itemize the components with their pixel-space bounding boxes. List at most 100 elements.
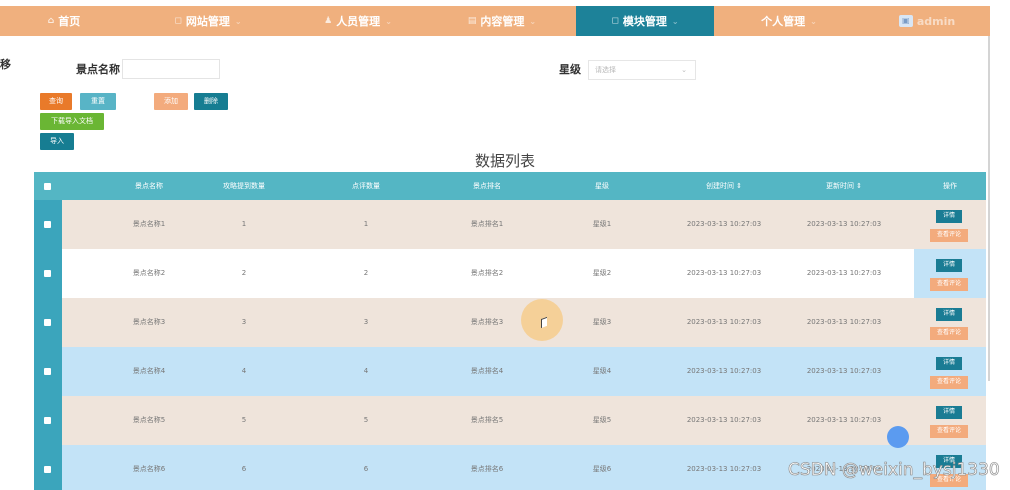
- cell-guide-count: 3: [241, 318, 247, 326]
- row-checkbox[interactable]: [44, 221, 51, 228]
- detail-button[interactable]: 详情: [936, 357, 962, 370]
- doc-icon: ▤: [467, 16, 477, 26]
- cell-rank: 景点排名2: [470, 269, 504, 277]
- cell-created: 2023-03-13 10:27:03: [686, 367, 762, 375]
- cell-review-count: 1: [363, 220, 369, 228]
- nav-item-label: 人员管理: [336, 15, 381, 28]
- row-checkbox[interactable]: [44, 466, 51, 473]
- cell-guide-count: 5: [241, 416, 247, 424]
- table-header: 景点名称 攻略提到数量 点评数量 景点排名 星级 创建时间 ⇕ 更新时间 ⇕ 操…: [34, 172, 986, 200]
- table-row: 景点名称2 2 2 景点排名2 星级2 2023-03-13 10:27:03 2023-0…: [34, 249, 986, 298]
- reset-button[interactable]: 重置: [80, 93, 116, 110]
- nav-item-module[interactable]: ◻ 模块管理 ⌄: [576, 6, 714, 36]
- chevron-down-icon: ⌄: [810, 16, 817, 26]
- nav-item-people[interactable]: ♟ 人员管理 ⌄: [288, 6, 428, 36]
- avatar-icon: ▣: [898, 15, 913, 27]
- cell-star: 星级5: [592, 416, 612, 424]
- row-select-cell: [34, 396, 62, 445]
- admin-label: admin: [916, 14, 956, 28]
- detail-button[interactable]: 详情: [936, 210, 962, 223]
- table-title: 数据列表: [474, 152, 535, 170]
- nav-item-label: 首页: [58, 15, 81, 28]
- star-select-placeholder: 请选择: [595, 66, 616, 74]
- detail-button[interactable]: 详情: [936, 406, 962, 419]
- nav-item-content[interactable]: ▤ 内容管理 ⌄: [428, 6, 576, 36]
- row-actions: 详情 查看评论: [914, 249, 986, 298]
- chevron-down-icon: ⌄: [681, 66, 687, 74]
- cell-created: 2023-03-13 10:27:03: [686, 465, 762, 473]
- row-actions: 详情 查看评论: [914, 298, 986, 347]
- view-reviews-button[interactable]: 查看评论: [930, 327, 968, 340]
- nav-item-site[interactable]: ◻ 网站管理 ⌄: [128, 6, 288, 36]
- floating-action-button[interactable]: [887, 426, 909, 448]
- row-actions: 详情 查看评论: [914, 347, 986, 396]
- cell-rank: 景点排名5: [470, 416, 504, 424]
- row-checkbox[interactable]: [44, 270, 51, 277]
- cell-updated: 2023-03-13 10:27:03: [806, 416, 882, 424]
- download-template-button[interactable]: 下载导入文档: [40, 113, 104, 130]
- home-icon: ⌂: [47, 16, 55, 26]
- view-reviews-button[interactable]: 查看评论: [930, 229, 968, 242]
- cell-review-count: 4: [363, 367, 369, 375]
- select-all-checkbox[interactable]: [44, 183, 51, 190]
- top-nav: ⌂ 首页 ◻ 网站管理 ⌄ ♟ 人员管理 ⌄ ▤ 内容管理 ⌄ ◻ 模块管理 ⌄…: [0, 6, 990, 36]
- page-scrollbar[interactable]: [988, 36, 990, 381]
- nav-user[interactable]: ▣ admin: [864, 6, 990, 36]
- add-button[interactable]: 添加: [154, 93, 188, 110]
- cell-updated: 2023-03-13 10:27:03: [806, 367, 882, 375]
- table-row: 景点名称1 1 1 景点排名1 星级1 2023-03-13 10:27:03 2023-0…: [34, 200, 986, 249]
- import-button[interactable]: 导入: [40, 133, 74, 150]
- nav-item-personal[interactable]: 个人管理 ⌄: [714, 6, 864, 36]
- row-select-cell: [34, 445, 62, 490]
- nav-item-home[interactable]: ⌂ 首页: [0, 6, 128, 36]
- view-reviews-button[interactable]: 查看评论: [930, 425, 968, 438]
- cell-star: 星级1: [592, 220, 612, 228]
- nav-item-label: 个人管理: [761, 15, 806, 28]
- chevron-down-icon: ⌄: [529, 16, 537, 26]
- column-header-created[interactable]: 创建时间 ⇕: [664, 172, 784, 200]
- edge-label: 移: [0, 58, 11, 71]
- cell-updated: 2023-03-13 10:27:03: [806, 318, 882, 326]
- cell-updated: 2023-03-13 10:27:03: [806, 220, 882, 228]
- star-label: 星级: [559, 63, 581, 76]
- row-select-cell: [34, 249, 62, 298]
- query-button[interactable]: 查询: [40, 93, 72, 110]
- detail-button[interactable]: 详情: [936, 308, 962, 321]
- delete-button[interactable]: 删除: [194, 93, 228, 110]
- view-reviews-button[interactable]: 查看评论: [930, 278, 968, 291]
- cell-review-count: 3: [363, 318, 369, 326]
- module-icon: ◻: [611, 16, 619, 26]
- nav-item-label: 模块管理: [622, 15, 667, 28]
- cell-guide-count: 6: [241, 465, 247, 473]
- nav-item-label: 网站管理: [185, 15, 230, 28]
- view-reviews-button[interactable]: 查看评论: [930, 376, 968, 389]
- row-select-cell: [34, 298, 62, 347]
- cell-review-count: 2: [363, 269, 369, 277]
- app-window: ⌂ 首页 ◻ 网站管理 ⌄ ♟ 人员管理 ⌄ ▤ 内容管理 ⌄ ◻ 模块管理 ⌄…: [0, 0, 1010, 490]
- row-select-cell: [34, 200, 62, 249]
- column-header-rank: 景点排名: [473, 182, 501, 190]
- row-actions: 详情 查看评论: [914, 200, 986, 249]
- cell-review-count: 5: [363, 416, 369, 424]
- cell-star: 星级2: [592, 269, 612, 277]
- name-search-input[interactable]: [122, 59, 220, 79]
- column-header-actions: 操作: [943, 182, 957, 190]
- chevron-down-icon: ⌄: [234, 16, 242, 26]
- gear-icon: ◻: [174, 16, 182, 26]
- star-select[interactable]: 请选择 ⌄: [588, 60, 696, 80]
- cell-rank: 景点排名6: [470, 465, 504, 473]
- row-checkbox[interactable]: [44, 319, 51, 326]
- row-checkbox[interactable]: [44, 368, 51, 375]
- row-actions: 详情 查看评论: [914, 396, 986, 445]
- cell-created: 2023-03-13 10:27:03: [686, 416, 762, 424]
- cell-created: 2023-03-13 10:27:03: [686, 269, 762, 277]
- column-header-review-count: 点评数量: [352, 182, 380, 190]
- row-checkbox[interactable]: [44, 417, 51, 424]
- column-header-updated[interactable]: 更新时间 ⇕: [784, 172, 904, 200]
- cell-updated: 2023-03-13 10:27:03: [806, 269, 882, 277]
- cell-created: 2023-03-13 10:27:03: [686, 318, 762, 326]
- table-row: 景点名称3 3 3 景点排名3 星级3 2023-03-13 10:27:03 2023-0…: [34, 298, 986, 347]
- detail-button[interactable]: 详情: [936, 259, 962, 272]
- user-icon: ♟: [324, 16, 333, 26]
- cell-review-count: 6: [363, 465, 369, 473]
